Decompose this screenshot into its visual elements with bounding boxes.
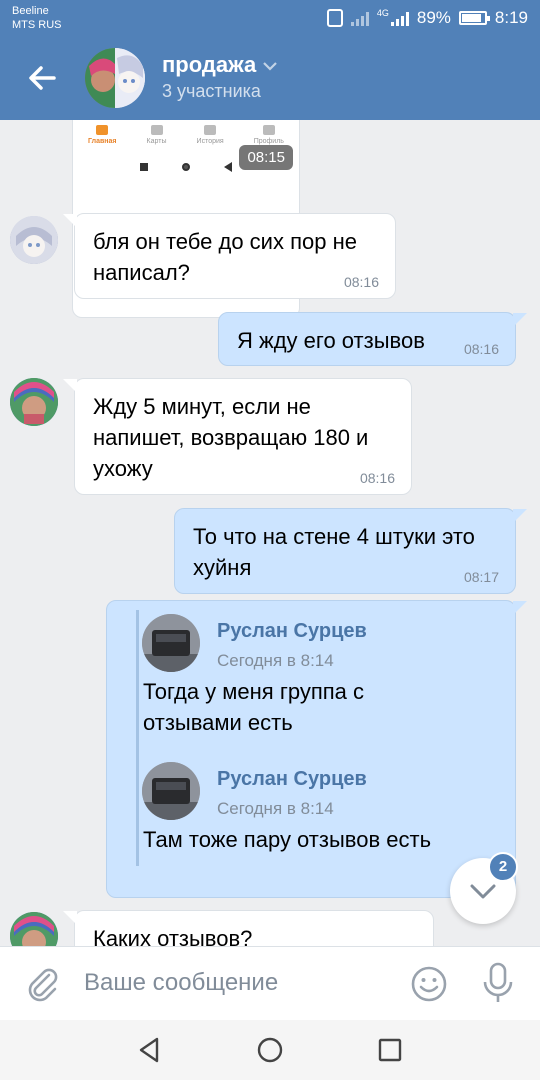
image-tab-history: История [197,125,224,155]
forwarded-author-name[interactable]: Руслан Сурцев [217,620,367,643]
forwarded-header: Руслан Сурцев Сегодня в 8:14 [139,758,499,820]
chat-member-count: 3 участника [162,81,261,101]
profile-icon [262,125,275,135]
home-icon [96,125,109,135]
clock-icon [204,125,217,135]
microphone-icon[interactable] [480,961,516,1005]
forwarded-author-avatar[interactable] [142,614,200,672]
carrier-info: Beeline MTS RUS [12,4,62,32]
avatar-image [10,216,58,264]
forwarded-quote: Руслан Сурцев Сегодня в 8:14 Тогда у мен… [136,610,431,866]
image-tab-label: Карты [146,138,167,145]
forwarded-text: Там тоже пару отзывов есть [143,827,432,852]
attach-icon[interactable] [22,963,62,1003]
battery-fill [461,14,482,22]
back-arrow-icon[interactable] [22,58,62,98]
battery-percent: 89% [416,8,451,27]
avatar-image [10,378,58,426]
back-triangle-icon[interactable] [135,1035,165,1065]
system-navigation-bar [0,1020,540,1080]
message-time: 08:16 [343,274,379,290]
home-circle-icon[interactable] [255,1035,285,1065]
message-bubble-incoming[interactable]: бля он тебе до сих пор не написал? 08:16 [63,213,396,299]
avatar-image [10,912,58,946]
sender-avatar-rainbow[interactable] [10,378,58,426]
chat-avatar-image [85,48,145,108]
message-input[interactable] [84,961,384,1005]
forwarded-date: Сегодня в 8:14 [217,799,334,818]
chat-title[interactable]: продажа [162,52,278,78]
forwarded-author-name[interactable]: Руслан Сурцев [217,768,367,791]
forwarded-date: Сегодня в 8:14 [217,651,334,670]
car-image [142,762,200,820]
message-text: Жду 5 минут, если не напишет, возвращаю … [93,394,369,481]
sender-avatar-anime[interactable] [10,216,58,264]
message-bubble-incoming[interactable]: Жду 5 минут, если не напишет, возвращаю … [63,378,412,495]
forwarded-text: Тогда у меня группа с отзывами есть [143,676,413,738]
message-time: 08:16 [463,341,499,357]
sender-avatar-rainbow[interactable] [10,912,58,946]
battery-icon [458,11,490,25]
message-time: 08:16 [359,470,395,486]
recents-square-icon[interactable] [375,1035,405,1065]
sim1-signal-icon [350,10,369,26]
chevron-down-icon [263,62,277,71]
message-bubble-incoming[interactable]: Каких отзывов? [63,910,434,946]
chat-header: продажа 3 участника [0,40,540,120]
message-time: 08:17 [463,569,499,585]
composer [0,946,540,1020]
sim2-signal-icon [390,10,409,26]
message-bubble-outgoing[interactable]: То что на стене 4 штуки это хуйня 08:17 [174,508,527,594]
status-bar: Beeline MTS RUS 4G 89% 8:19 [0,0,540,40]
square-icon [140,163,148,171]
forwarded-text-body: Тогда у меня группа с отзывами есть [143,679,365,735]
message-list[interactable]: Главная Карты История Профиль 08:15 бля … [0,120,540,946]
circle-icon [182,163,190,171]
message-text: Каких отзывов? [93,926,253,946]
vibrate-icon [326,9,343,27]
unread-badge: 2 [488,852,518,882]
message-bubble-outgoing[interactable]: Я жду его отзывов 08:16 [218,312,527,366]
image-timestamp: 08:15 [239,145,293,170]
forwarded-author-avatar[interactable] [142,762,200,820]
image-tab-home: Главная [88,125,116,155]
network-type: 4G [376,8,389,18]
card-icon [150,125,163,135]
status-icons: 4G 89% 8:19 [326,8,528,28]
image-tab-cards: Карты [146,125,167,155]
forwarded-header: Руслан Сурцев Сегодня в 8:14 [139,610,499,672]
image-tab-label: История [196,138,224,145]
emoji-icon[interactable] [410,965,448,1003]
car-image [142,614,200,672]
image-tab-label: Главная [88,138,117,145]
clock: 8:19 [494,8,528,27]
carrier-primary: Beeline [12,5,49,17]
chat-avatar[interactable] [85,48,145,108]
chat-title-text: продажа [162,52,257,77]
carrier-secondary: MTS RUS [12,19,62,31]
triangle-icon [224,162,232,172]
image-tab-label: Профиль [253,138,284,145]
